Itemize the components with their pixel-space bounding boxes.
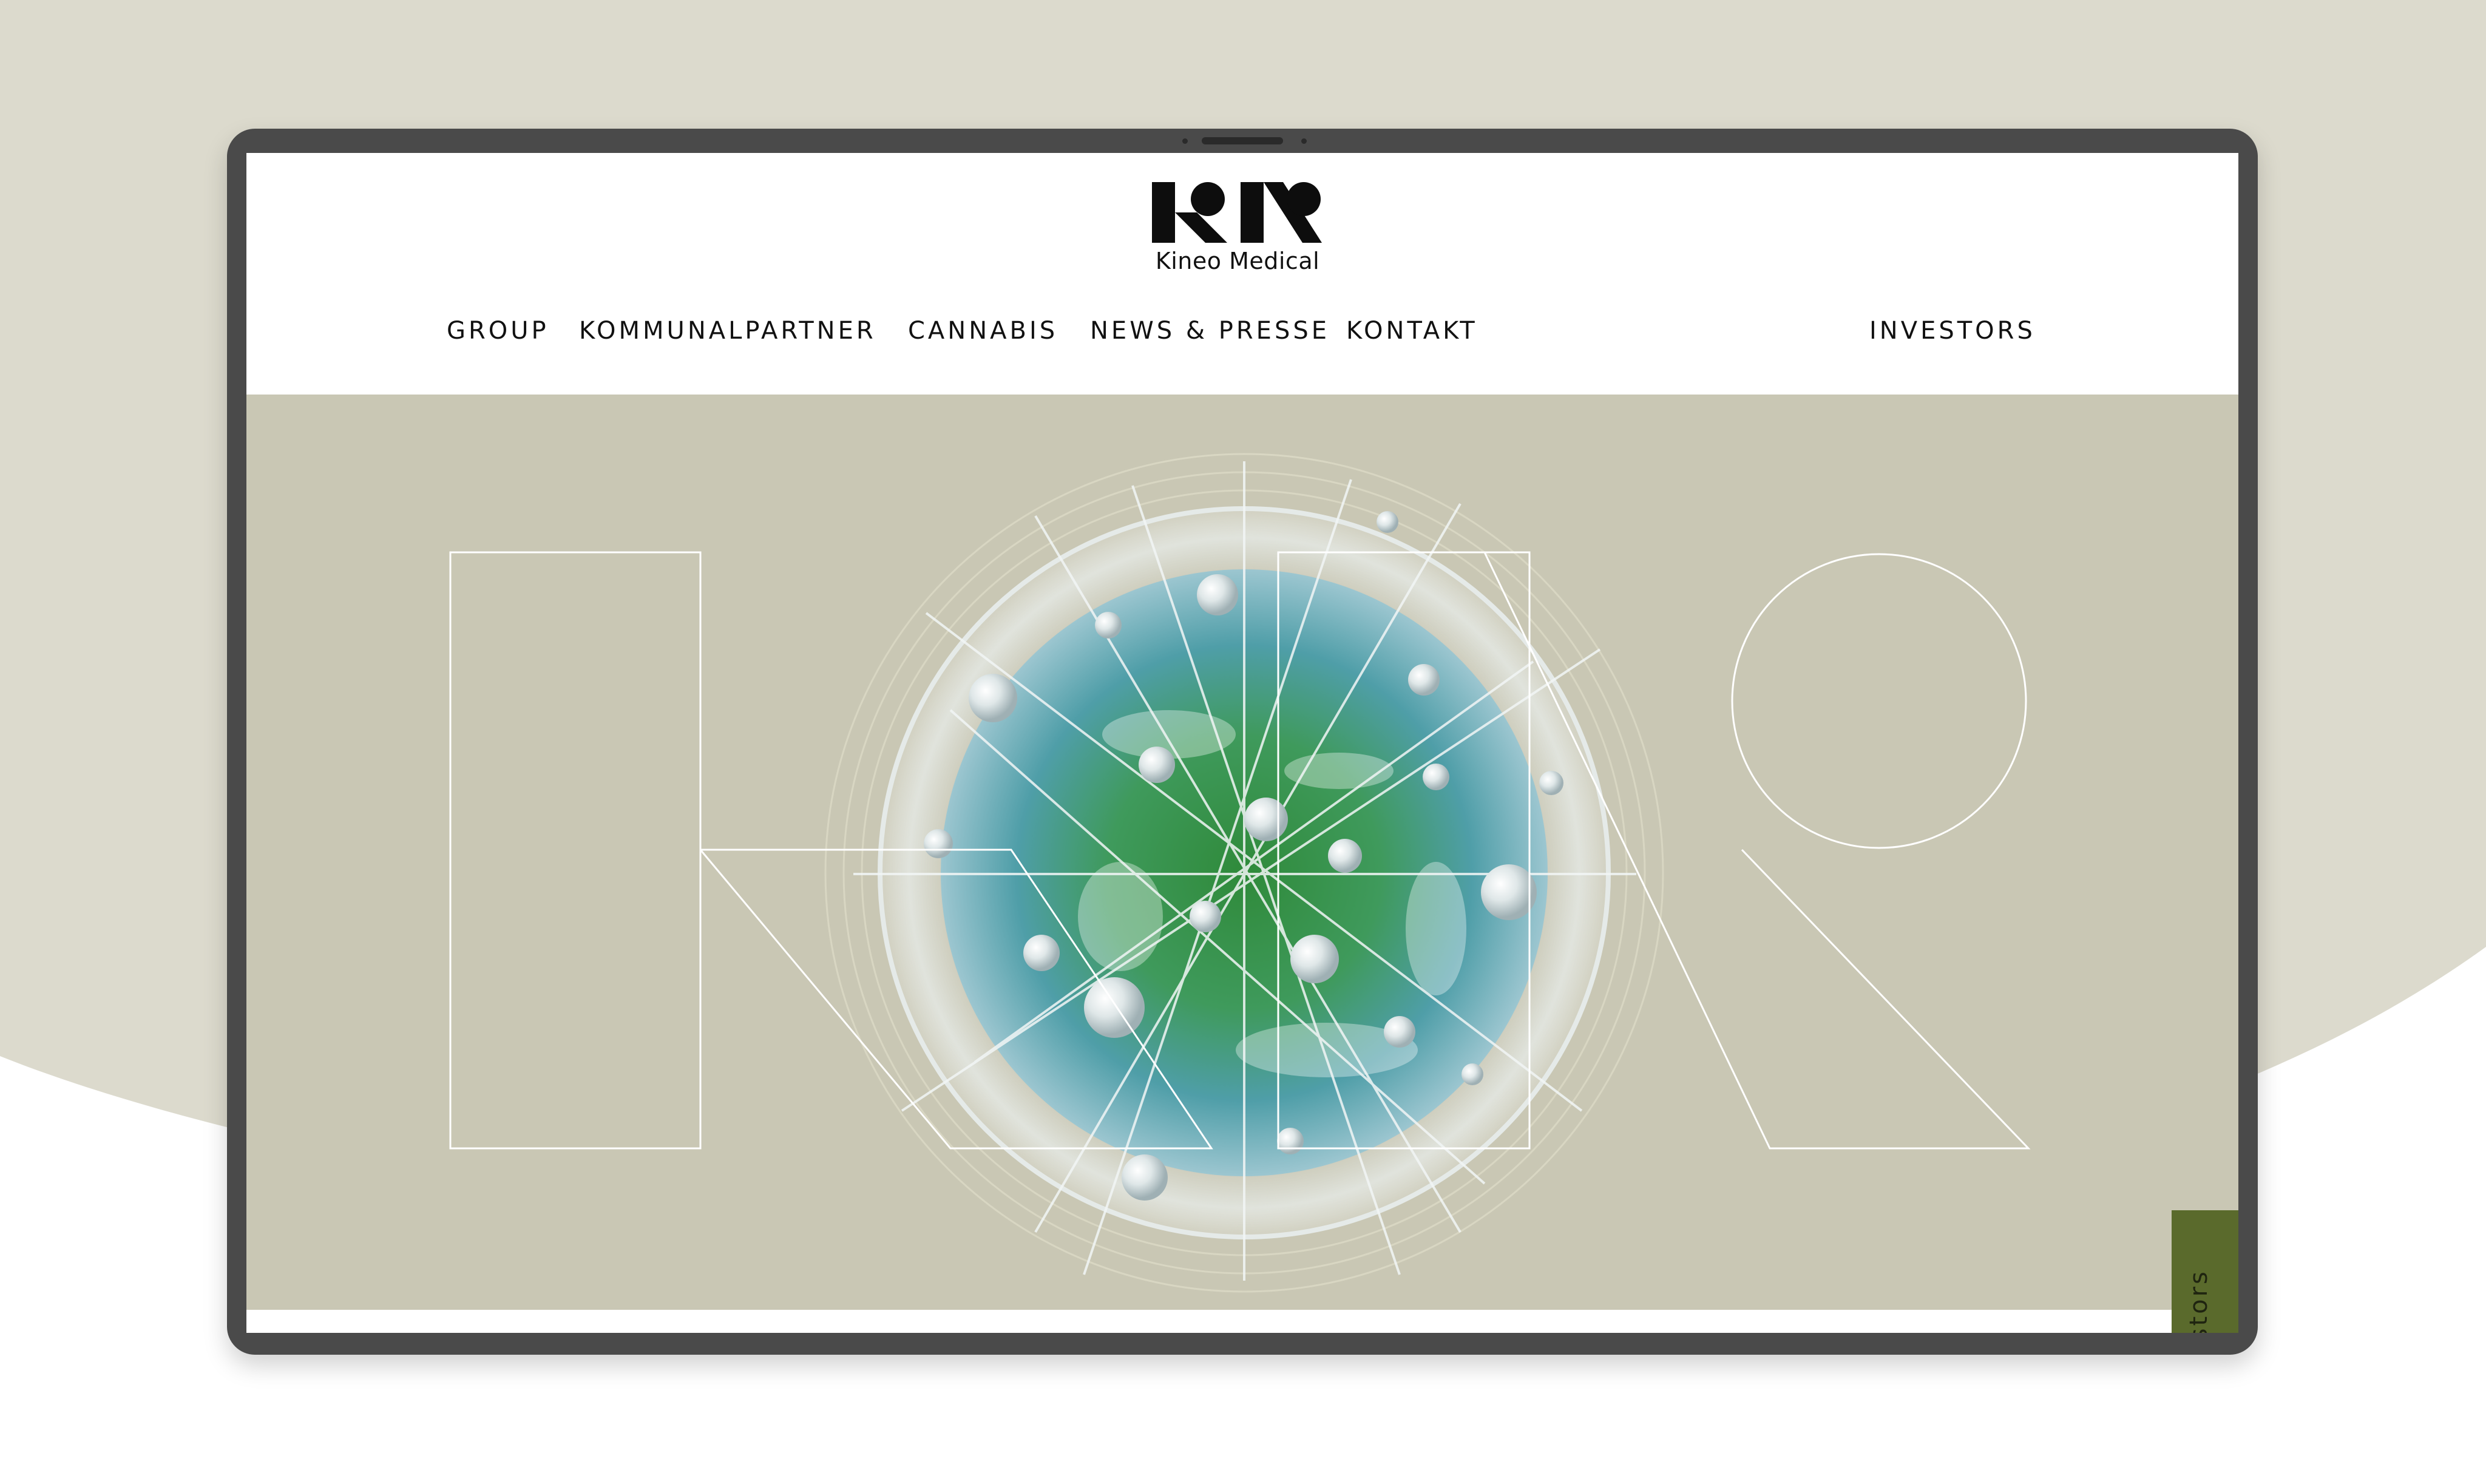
tablet-frame: Kineo Medical GROUP KOMMUNALPARTNER CANN… <box>227 129 2258 1355</box>
nav-item-investors[interactable]: INVESTORS <box>1869 317 2036 345</box>
speaker-bar <box>1202 137 1283 144</box>
main-navigation: GROUP KOMMUNALPARTNER CANNABIS NEWS & PR… <box>246 317 2238 353</box>
nav-item-kommunalpartner[interactable]: KOMMUNALPARTNER <box>579 317 876 345</box>
hero-section <box>246 395 2238 1310</box>
nav-item-group[interactable]: GROUP <box>447 317 549 345</box>
sensor-dot <box>1301 138 1307 144</box>
website-screen: Kineo Medical GROUP KOMMUNALPARTNER CANN… <box>246 153 2238 1333</box>
nav-item-cannabis[interactable]: CANNABIS <box>908 317 1058 345</box>
kn-logo-mark <box>1152 182 1322 243</box>
camera-dot <box>1182 138 1188 144</box>
nav-item-kontakt[interactable]: KONTAKT <box>1346 317 1478 345</box>
side-tab-label: estors <box>2185 1269 2213 1333</box>
hero-graphic <box>449 453 2031 1293</box>
nav-item-news-presse[interactable]: NEWS & PRESSE <box>1090 317 1330 345</box>
logo-wordmark: Kineo Medical <box>1155 248 1320 274</box>
site-logo[interactable]: Kineo Medical <box>1150 181 1326 274</box>
investors-side-tab[interactable]: estors <box>2172 1210 2238 1333</box>
